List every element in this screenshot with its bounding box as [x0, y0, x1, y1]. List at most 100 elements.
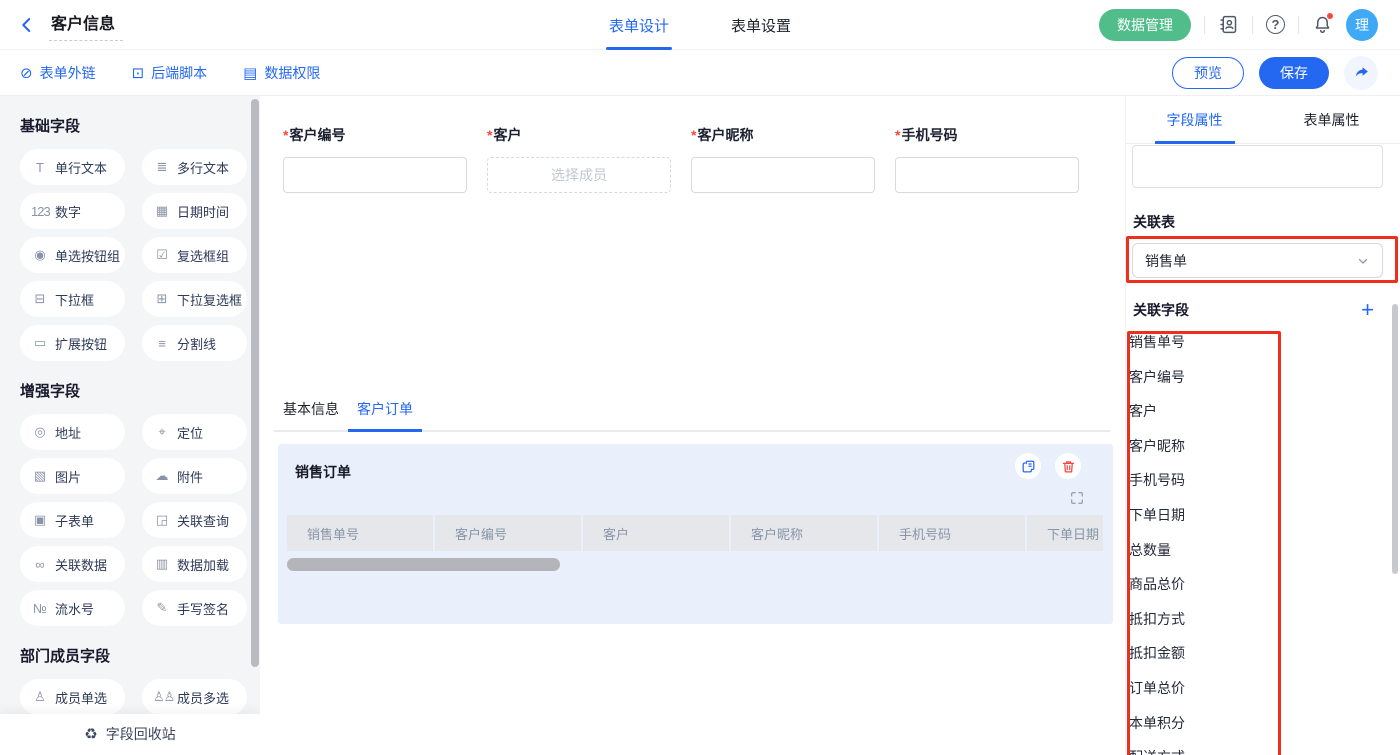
related-field-item[interactable]: 手机号码 [1129, 463, 1185, 498]
field-type-item[interactable]: ⊞下拉复选框 [142, 281, 247, 317]
related-subtable-widget[interactable]: 销售订单 销售单号客户编号客户客户昵称手机号码下单日期 [278, 444, 1113, 624]
address-book-icon[interactable] [1218, 14, 1239, 35]
field-type-item[interactable]: ◎地址 [20, 414, 125, 450]
related-field-item[interactable]: 下单日期 [1129, 498, 1185, 533]
data-manage-button[interactable]: 数据管理 [1099, 9, 1191, 41]
toolbar-link[interactable]: ⊡后端脚本 [132, 63, 208, 83]
related-table-select[interactable]: 销售单 [1132, 243, 1383, 278]
field-type-item[interactable]: ∞关联数据 [20, 546, 125, 582]
copy-icon[interactable] [1015, 453, 1041, 479]
section-title: 增强字段 [20, 380, 260, 401]
toolbar-link[interactable]: ▤数据权限 [243, 63, 320, 83]
form-design-canvas[interactable]: *客户编号 *客户 选择成员 *客户昵称 *手机号码 [260, 96, 1125, 754]
field-type-item[interactable]: ⌖定位 [142, 414, 247, 450]
subtable-column-header[interactable]: 客户编号 [435, 515, 581, 551]
required-mark: * [691, 127, 696, 143]
header-tab[interactable]: 表单设置 [731, 0, 791, 50]
avatar[interactable]: 理 [1346, 9, 1378, 41]
form-field[interactable]: *客户编号 [283, 125, 467, 193]
field-label: *客户 [487, 125, 671, 145]
radio-group-icon: ◉ [31, 247, 48, 263]
properties-tab[interactable]: 字段属性 [1126, 96, 1263, 143]
related-field-item[interactable]: 客户昵称 [1129, 429, 1185, 464]
field-type-item[interactable]: ♙♙成员多选 [142, 679, 247, 715]
field-type-item[interactable]: №流水号 [20, 590, 125, 626]
subtable-column-header[interactable]: 下单日期 [1027, 515, 1103, 551]
save-button[interactable]: 保存 [1259, 57, 1329, 89]
sidebar-scrollbar[interactable] [251, 99, 259, 667]
subtable-column-header[interactable]: 销售单号 [287, 515, 433, 551]
property-text-input[interactable] [1132, 145, 1383, 188]
field-type-item[interactable]: ♙成员单选 [20, 679, 125, 715]
related-field-item[interactable]: 总数量 [1129, 533, 1185, 568]
subtable-column-header[interactable]: 客户 [583, 515, 729, 551]
field-type-item[interactable]: ▦日期时间 [142, 193, 247, 229]
notification-dot [1326, 12, 1334, 20]
member-single-icon: ♙ [31, 689, 48, 705]
field-type-item[interactable]: ⊟下拉框 [20, 281, 125, 317]
subtable-column-header[interactable]: 客户昵称 [731, 515, 877, 551]
field-type-item[interactable]: T单行文本 [20, 149, 125, 185]
field-type-item[interactable]: ☁附件 [142, 458, 247, 494]
related-data-icon: ∞ [31, 557, 48, 572]
image-icon: ▧ [31, 468, 48, 484]
help-icon[interactable]: ? [1266, 15, 1285, 34]
preview-button[interactable]: 预览 [1172, 57, 1244, 89]
field-type-item[interactable]: ◉单选按钮组 [20, 237, 125, 273]
field-type-item[interactable]: ▭扩展按钮 [20, 325, 125, 361]
related-field-item[interactable]: 抵扣金额 [1129, 636, 1185, 671]
divider [1252, 16, 1253, 34]
field-type-item[interactable]: ◲关联查询 [142, 502, 247, 538]
header-tabs: 表单设计 表单设置 [609, 0, 791, 50]
related-field-item[interactable]: 商品总价 [1129, 567, 1185, 602]
related-field-item[interactable]: 配送方式 [1129, 740, 1185, 755]
related-field-item[interactable]: 抵扣方式 [1129, 602, 1185, 637]
add-field-icon[interactable]: + [1361, 301, 1374, 319]
field-type-item[interactable]: ≣多行文本 [142, 149, 247, 185]
attachment-icon: ☁ [153, 468, 170, 484]
field-type-item[interactable]: ▧图片 [20, 458, 125, 494]
location-icon: ⌖ [153, 424, 170, 440]
app-header: 客户信息 表单设计 表单设置 数据管理 ? 理 [0, 0, 1400, 50]
canvas-tab[interactable]: 客户订单 [348, 399, 422, 430]
notification-bell-icon[interactable] [1312, 14, 1333, 35]
form-field[interactable]: *客户 选择成员 [487, 125, 671, 193]
canvas-tab[interactable]: 基本信息 [274, 399, 348, 430]
related-field-item[interactable]: 客户 [1129, 394, 1185, 429]
expand-icon[interactable] [1069, 490, 1085, 506]
delete-icon[interactable] [1055, 453, 1081, 479]
field-input[interactable]: 选择成员 [487, 157, 671, 193]
field-type-item[interactable]: ☑复选框组 [142, 237, 247, 273]
field-label: *手机号码 [895, 125, 1079, 145]
panel-scrollbar[interactable] [1392, 304, 1398, 574]
field-type-item[interactable]: ✎手写签名 [142, 590, 247, 626]
multi-line-text-icon: ≣ [153, 159, 170, 175]
field-type-item[interactable]: ≡分割线 [142, 325, 247, 361]
share-icon[interactable] [1344, 56, 1378, 90]
datetime-icon: ▦ [153, 203, 170, 219]
form-title[interactable]: 客户信息 [49, 8, 123, 41]
back-icon[interactable] [18, 16, 36, 34]
enhanced-fields-grid: ◎地址 ⌖定位 ▧图片 ☁附件 ▣子表单 ◲关联查询 ∞关联数据 ▥数据加载 №流水号 ✎手写签名 [20, 414, 248, 626]
related-field-item[interactable]: 销售单号 [1129, 325, 1185, 360]
form-field[interactable]: *客户昵称 [691, 125, 875, 193]
permission-icon: ▤ [243, 64, 257, 82]
field-type-item[interactable]: ▥数据加载 [142, 546, 247, 582]
related-field-item[interactable]: 订单总价 [1129, 671, 1185, 706]
field-type-item[interactable]: ▣子表单 [20, 502, 125, 538]
subtable-column-header[interactable]: 手机号码 [879, 515, 1025, 551]
field-input[interactable] [283, 157, 467, 193]
toolbar-link[interactable]: ⊘表单外链 [20, 63, 96, 83]
divider-icon: ≡ [153, 336, 170, 351]
related-field-item[interactable]: 客户编号 [1129, 360, 1185, 395]
field-input[interactable] [895, 157, 1079, 193]
divider [1298, 16, 1299, 34]
header-tab[interactable]: 表单设计 [609, 0, 669, 50]
subtable-horizontal-scrollbar[interactable] [287, 558, 560, 571]
related-field-item[interactable]: 本单积分 [1129, 706, 1185, 741]
field-recycle-bin[interactable]: ♻ 字段回收站 [0, 714, 260, 754]
field-type-item[interactable]: 123数字 [20, 193, 125, 229]
form-field[interactable]: *手机号码 [895, 125, 1079, 193]
field-input[interactable] [691, 157, 875, 193]
properties-tab[interactable]: 表单属性 [1263, 96, 1400, 143]
